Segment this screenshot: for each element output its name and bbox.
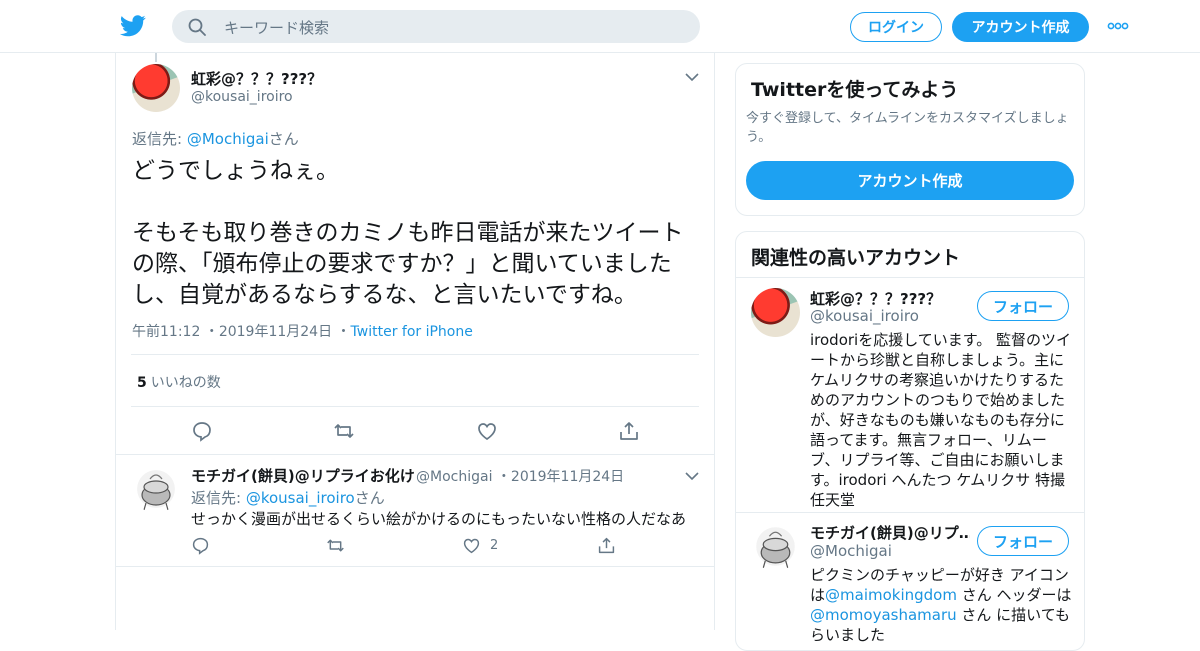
reply-to-prefix: 返信先: — [132, 130, 187, 148]
likes-summary[interactable]: 5 いいねの数 — [137, 372, 221, 392]
account-handle[interactable]: @Mochigai — [810, 542, 892, 560]
reply-icon[interactable] — [191, 420, 213, 442]
follow-button[interactable]: フォロー — [977, 526, 1069, 556]
meta-separator: ・ — [332, 324, 351, 340]
reply-author-name[interactable]: モチガイ(餅貝)@リプライお化け — [191, 465, 415, 486]
tweet-time[interactable]: 午前11:12 — [132, 324, 200, 340]
reply-to-link[interactable]: @Mochigai — [187, 130, 269, 148]
search-box[interactable] — [172, 10, 700, 45]
signup-card-button[interactable]: アカウント作成 — [746, 161, 1074, 200]
meta-separator: ・ — [492, 469, 511, 485]
tweet-text: どうでしょうねぇ。 そもそも取り巻きのカミノも昨日電話が来たツイートの際、「頒布… — [132, 158, 684, 308]
reply-to-suffix: さん — [268, 130, 299, 148]
tweet-thread: 虹彩@？？？???？ @kousai_iroiro 返信先: @Mochigai… — [115, 53, 715, 630]
more-dots-icon[interactable] — [1107, 19, 1129, 33]
tweet-author-name[interactable]: 虹彩@？？？???？ — [191, 68, 322, 89]
likes-count: 5 — [137, 375, 147, 391]
like-icon[interactable] — [462, 536, 481, 555]
signup-card-title: Twitterを使ってみよう — [751, 79, 959, 101]
avatar-illustration — [141, 474, 171, 511]
account-handle[interactable]: @kousai_iroiro — [810, 307, 919, 325]
reply-text: せっかく漫画が出せるくらい絵がかけるのにもったいない性格の人だなあ — [191, 510, 687, 528]
avatar[interactable] — [132, 64, 180, 112]
retweet-icon[interactable] — [333, 420, 355, 442]
related-accounts-title: 関連性の高いアカウント — [751, 247, 961, 269]
tweet-author-handle[interactable]: @kousai_iroiro — [191, 89, 293, 105]
likes-label: いいねの数 — [150, 375, 221, 391]
tweet-source[interactable]: Twitter for iPhone — [351, 324, 473, 340]
reply-author-handle[interactable]: @Mochigai — [416, 469, 492, 485]
reply-like-count: 2 — [490, 538, 499, 553]
top-navigation-bar: ログイン アカウント作成 — [0, 0, 1200, 53]
share-icon[interactable] — [597, 536, 616, 555]
chevron-down-icon[interactable] — [685, 72, 699, 82]
divider — [116, 454, 714, 455]
search-icon — [188, 18, 206, 36]
twitter-bird-icon[interactable] — [120, 14, 146, 38]
avatar[interactable] — [132, 465, 180, 513]
bio-mention-link[interactable]: @momoyashamaru — [810, 606, 957, 624]
reply-icon[interactable] — [191, 536, 210, 555]
reply-to-prefix: 返信先: — [191, 489, 246, 507]
signup-card: Twitterを使ってみよう 今すぐ登録して、タイムラインをカスタマイズしましょ… — [735, 63, 1085, 216]
divider — [736, 277, 1084, 278]
account-bio: irodoriを応援しています。 監督のツイートから珍獣と自称しましょう。主にケ… — [810, 331, 1072, 509]
bio-text: さん ヘッダーは — [956, 586, 1072, 604]
avatar[interactable] — [751, 288, 800, 337]
related-accounts-card: 関連性の高いアカウント 虹彩@？？？???？ @kousai_iroiro フォ… — [735, 231, 1085, 651]
account-bio: ピクミンのチャッピーが好き アイコンは@maimokingdom さん ヘッダー… — [810, 565, 1072, 645]
divider — [116, 566, 714, 567]
divider — [131, 354, 699, 355]
login-button[interactable]: ログイン — [850, 12, 942, 42]
bio-mention-link[interactable]: @maimokingdom — [825, 586, 957, 604]
reply-author-meta: @Mochigai ・2019年11月24日 — [416, 466, 624, 486]
search-input[interactable] — [222, 10, 686, 45]
meta-separator: ・ — [200, 324, 219, 340]
avatar[interactable] — [751, 522, 800, 571]
retweet-icon[interactable] — [326, 536, 345, 555]
account-name[interactable]: モチガイ(餅貝)@リプ… — [810, 522, 970, 543]
chevron-down-icon[interactable] — [685, 471, 699, 481]
like-icon[interactable] — [476, 420, 498, 442]
account-name[interactable]: 虹彩@？？？???？ — [810, 288, 970, 309]
tweet-metadata: 午前11:12 ・2019年11月24日 ・Twitter for iPhone — [132, 321, 473, 341]
share-icon[interactable] — [618, 420, 640, 442]
reply-date[interactable]: 2019年11月24日 — [511, 469, 624, 485]
signup-card-description: 今すぐ登録して、タイムラインをカスタマイズしましょう。 — [746, 111, 1069, 145]
reply-to-link[interactable]: @kousai_iroiro — [246, 489, 355, 507]
follow-button[interactable]: フォロー — [977, 291, 1069, 321]
reply-to-line: 返信先: @kousai_iroiroさん — [191, 487, 385, 508]
tweet-date[interactable]: 2019年11月24日 — [219, 324, 332, 340]
reply-to-line: 返信先: @Mochigaiさん — [132, 128, 299, 149]
signup-button[interactable]: アカウント作成 — [952, 12, 1089, 42]
divider — [736, 512, 1084, 513]
divider — [131, 406, 699, 407]
avatar-illustration — [760, 531, 791, 569]
thread-connector — [155, 53, 157, 62]
reply-to-suffix: さん — [354, 489, 385, 507]
